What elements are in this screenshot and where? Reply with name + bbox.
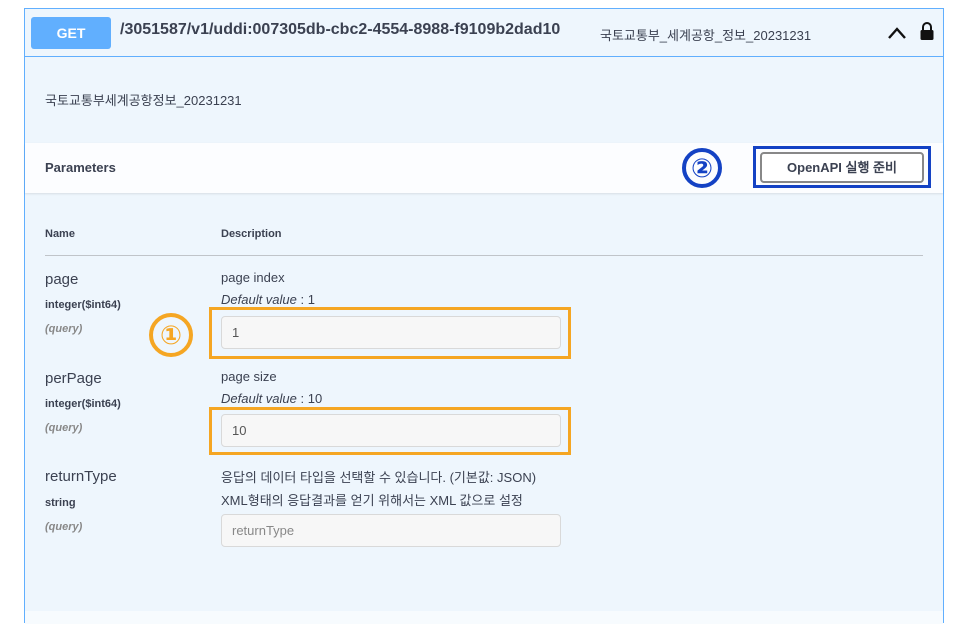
column-header-description: Description: [221, 228, 282, 240]
column-header-name: Name: [45, 228, 75, 240]
columns-divider: [45, 255, 923, 256]
param-in-returntype: (query): [45, 521, 83, 533]
operation-description: 국토교통부세계공항정보_20231231: [45, 93, 242, 108]
param-in-perpage: (query): [45, 422, 83, 434]
perpage-input[interactable]: [221, 414, 561, 447]
param-name-perpage: perPage: [45, 370, 102, 387]
param-default-perpage: Default value : 10: [221, 391, 322, 406]
operation-path: /3051587/v1/uddi:007305db-cbc2-4554-8988…: [120, 21, 561, 38]
operation-summary-text: 국토교통부_세계공항_정보_20231231: [600, 28, 812, 43]
parameters-title: Parameters: [45, 160, 116, 175]
method-badge: GET: [31, 17, 111, 49]
try-it-out-button[interactable]: OpenAPI 실행 준비: [760, 152, 924, 183]
annotation-badge-1: ①: [149, 313, 193, 357]
param-type-page: integer($int64): [45, 299, 121, 311]
param-type-perpage: integer($int64): [45, 398, 121, 410]
operation-summary[interactable]: GET /3051587/v1/uddi:007305db-cbc2-4554-…: [25, 9, 943, 57]
default-label: Default value: [221, 292, 297, 307]
param-desc-perpage: page size: [221, 369, 277, 384]
chevron-up-icon[interactable]: [887, 25, 907, 41]
param-in-page: (query): [45, 323, 83, 335]
page-input[interactable]: [221, 316, 561, 349]
default-value: : 1: [300, 292, 315, 307]
param-name-returntype: returnType: [45, 468, 117, 485]
param-desc2-returntype: XML형태의 응답결과를 얻기 위해서는 XML 값으로 설정: [221, 493, 523, 508]
param-type-returntype: string: [45, 497, 76, 509]
default-value: : 10: [300, 391, 323, 406]
returntype-input[interactable]: [221, 514, 561, 547]
lock-icon[interactable]: [919, 21, 935, 41]
operation-block: GET /3051587/v1/uddi:007305db-cbc2-4554-…: [24, 8, 944, 624]
bottom-strip: [25, 611, 943, 624]
parameters-header: Parameters ② OpenAPI 실행 준비: [25, 143, 943, 193]
annotation-badge-2: ②: [682, 148, 722, 188]
param-desc-page: page index: [221, 270, 285, 285]
default-label: Default value: [221, 391, 297, 406]
param-default-page: Default value : 1: [221, 292, 315, 307]
param-name-page: page: [45, 271, 79, 288]
param-desc-returntype: 응답의 데이터 타입을 선택할 수 있습니다. (기본값: JSON): [221, 470, 537, 485]
